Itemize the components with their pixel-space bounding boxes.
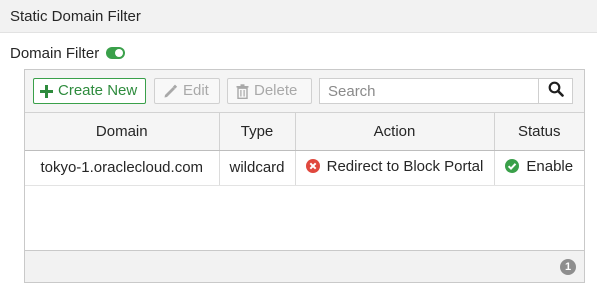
edit-label: Edit [183,82,209,99]
search-input[interactable] [320,79,538,103]
column-header-domain[interactable]: Domain [25,113,220,151]
status-label: Enable [526,157,574,175]
toolbar: Create New Edit Delete [25,70,584,113]
search-button[interactable] [538,79,572,103]
delete-label: Delete [254,82,298,99]
action-cell: Redirect to Block Portal [295,150,495,186]
domain-table: Domain Type Action Status tokyo-1.oracle… [25,113,584,186]
block-x-icon [305,159,320,174]
action-label: Redirect to Block Portal [326,157,484,175]
table-footer: 1 [25,250,584,282]
domain-filter-row: Domain Filter [10,43,126,63]
domain-filter-label: Domain Filter [10,44,100,62]
column-header-type[interactable]: Type [219,113,296,151]
table-row[interactable]: tokyo-1.oraclecloud.com wildcard Redirec… [25,150,584,186]
section-header: Static Domain Filter [0,0,597,33]
row-count-badge: 1 [560,259,576,275]
delete-button[interactable]: Delete [227,78,312,104]
domain-cell: tokyo-1.oraclecloud.com [25,150,220,186]
type-cell: wildcard [219,150,296,186]
check-circle-icon [505,159,520,174]
search-box [319,78,573,104]
status-cell: Enable [494,150,584,186]
edit-button[interactable]: Edit [154,78,220,104]
column-header-status[interactable]: Status [494,113,584,151]
trash-icon [236,83,249,99]
section-title: Static Domain Filter [10,8,141,25]
domain-filter-panel: Create New Edit Delete Search Domain Typ… [24,69,585,283]
create-new-button[interactable]: Create New [33,78,146,104]
domain-filter-toggle[interactable] [106,47,126,59]
column-header-action[interactable]: Action [295,113,495,151]
plus-icon [40,84,53,98]
table-header-row: Domain Type Action Status [25,113,584,151]
create-new-label: Create New [58,82,138,99]
search-icon [548,81,564,102]
pencil-icon [163,84,178,99]
